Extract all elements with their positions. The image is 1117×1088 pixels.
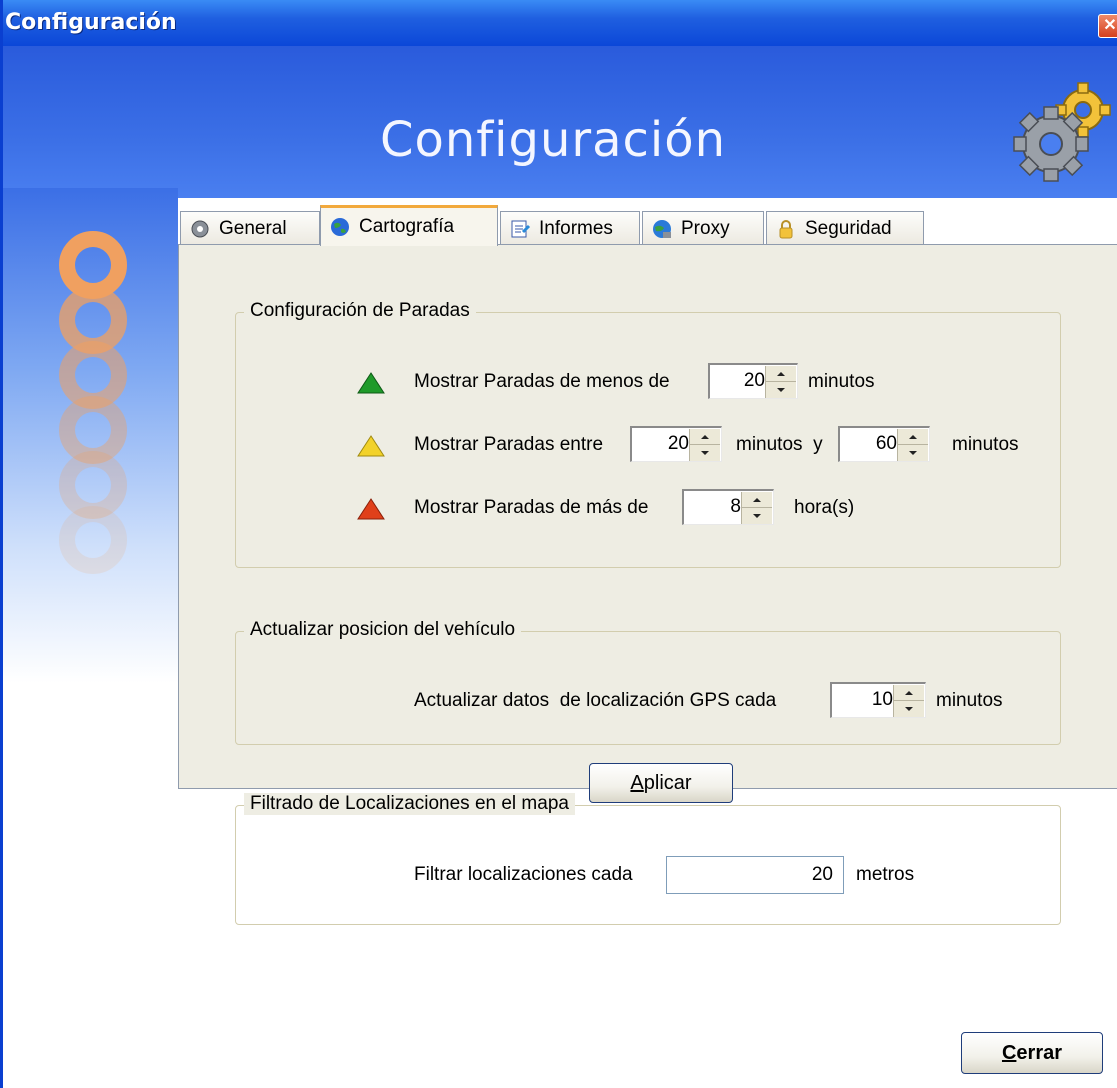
gears-decoration-icon <box>59 231 127 574</box>
row2-unit: minutos <box>952 434 1019 455</box>
spinner-arrows <box>689 429 720 461</box>
title-bar[interactable]: Configuración ✕ <box>3 0 1117 46</box>
tab-cartografia[interactable]: Cartografía <box>320 205 498 246</box>
stops-group: Configuración de Paradas Mostrar Paradas… <box>235 300 1061 568</box>
tab-label: Informes <box>539 217 613 239</box>
vehicle-group: Actualizar posicion del vehículo Actuali… <box>235 619 1061 745</box>
tab-seguridad[interactable]: Seguridad <box>766 211 924 245</box>
vehicle-group-title: Actualizar posicion del vehículo <box>244 619 522 641</box>
row1-text: Mostrar Paradas de menos de <box>414 371 670 392</box>
close-label: errar <box>1016 1042 1063 1064</box>
tab-label: General <box>219 217 287 239</box>
spinner-arrows <box>893 685 924 717</box>
min-stop-minutes-spinner[interactable]: 20 <box>708 363 798 399</box>
spin-down-button[interactable] <box>894 701 924 716</box>
stops-group-title: Configuración de Paradas <box>244 300 476 322</box>
row1-unit: minutos <box>808 371 875 392</box>
close-button[interactable]: Cerrar <box>961 1032 1103 1074</box>
yellow-triangle-icon <box>357 435 385 457</box>
spinner-arrows <box>897 429 928 461</box>
gps-update-minutes-spinner[interactable]: 10 <box>830 682 926 718</box>
tab-label: Seguridad <box>805 217 892 239</box>
report-icon <box>511 220 531 237</box>
spinner-arrows <box>765 366 796 398</box>
apply-mnemonic: A <box>630 772 644 794</box>
close-icon: ✕ <box>1103 17 1117 34</box>
tab-proxy[interactable]: Proxy <box>642 211 764 245</box>
max-stop-hours-spinner[interactable]: 8 <box>682 489 774 525</box>
apply-label: plicar <box>643 772 692 794</box>
spinner-value: 8 <box>730 496 741 517</box>
lock-icon <box>779 219 793 238</box>
tab-panel-cartografia: Configuración de Paradas Mostrar Paradas… <box>178 244 1117 925</box>
header-banner: Configuración <box>3 46 1117 198</box>
tab-label: Proxy <box>681 217 730 239</box>
spin-down-button[interactable] <box>898 445 928 460</box>
configuration-window: Configuración ✕ Configuración General Ca… <box>0 0 1117 1088</box>
spin-up-button[interactable] <box>690 429 720 445</box>
spinner-value: 20 <box>667 433 689 454</box>
apply-button[interactable]: Aplicar <box>589 763 733 803</box>
vehicle-unit: minutos <box>936 690 1003 711</box>
close-mnemonic: C <box>1001 1042 1017 1064</box>
tab-informes[interactable]: Informes <box>500 211 640 245</box>
filter-text: Filtrar localizaciones cada <box>414 864 633 885</box>
window-title: Configuración <box>5 10 177 35</box>
filter-group: Filtrado de Localizaciones en el mapa Fi… <box>235 793 1061 925</box>
between-to-minutes-spinner[interactable]: 60 <box>838 426 930 462</box>
spin-up-button[interactable] <box>766 366 796 382</box>
filter-unit: metros <box>856 864 915 885</box>
gear-icon <box>191 220 209 237</box>
row3-unit: hora(s) <box>794 497 855 518</box>
header-title: Configuración <box>379 112 727 168</box>
spinner-value: 20 <box>743 370 765 391</box>
spinner-value: 10 <box>871 689 893 710</box>
spinner-value: 60 <box>875 433 897 454</box>
filter-distance-input[interactable]: 20 <box>666 856 844 894</box>
row2-middle: minutos y <box>736 434 823 455</box>
tab-general[interactable]: General <box>180 211 320 245</box>
close-window-button[interactable]: ✕ <box>1098 14 1117 38</box>
gears-icon <box>1013 82 1111 182</box>
spinner-arrows <box>741 492 772 524</box>
spin-up-button[interactable] <box>898 429 928 445</box>
filter-group-title: Filtrado de Localizaciones en el mapa <box>244 793 575 815</box>
spin-down-button[interactable] <box>766 382 796 397</box>
red-triangle-icon <box>357 498 385 520</box>
globe-icon <box>331 218 349 236</box>
spin-up-button[interactable] <box>894 685 924 701</box>
tab-label: Cartografía <box>359 216 455 237</box>
row3-text: Mostrar Paradas de más de <box>414 497 649 518</box>
spin-down-button[interactable] <box>742 508 772 523</box>
spin-down-button[interactable] <box>690 445 720 460</box>
network-globe-icon <box>653 219 671 238</box>
spin-up-button[interactable] <box>742 492 772 508</box>
row2-text: Mostrar Paradas entre <box>414 434 604 455</box>
green-triangle-icon <box>357 372 385 394</box>
vehicle-text: Actualizar datos de localización GPS cad… <box>414 690 777 711</box>
between-from-minutes-spinner[interactable]: 20 <box>630 426 722 462</box>
input-value: 20 <box>811 864 833 885</box>
